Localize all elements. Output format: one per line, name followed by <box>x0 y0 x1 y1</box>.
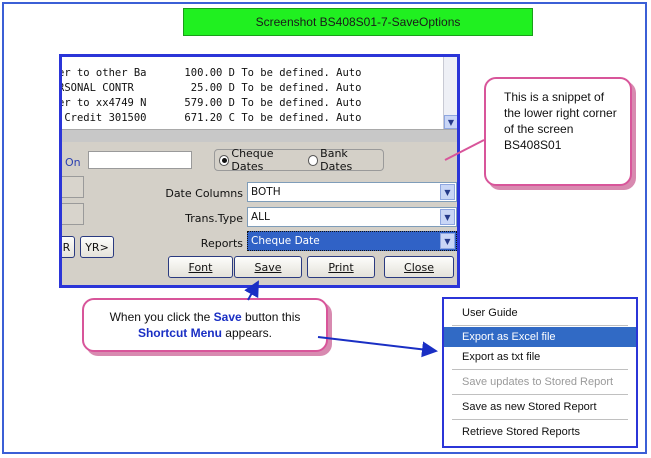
menu-item-save-updates: Save updates to Stored Report <box>462 376 614 388</box>
menu-item-retrieve-reports[interactable]: Retrieve Stored Reports <box>444 422 636 442</box>
listing-line[interactable]: Credit 301500 671.20 C To be defined. Au… <box>62 111 361 126</box>
banner-title: Screenshot BS408S01-7-SaveOptions <box>255 15 461 29</box>
scroll-down-icon[interactable]: ▼ <box>444 115 457 129</box>
transaction-listing[interactable]: er to other Ba 100.00 D To be defined. A… <box>62 57 443 129</box>
print-button[interactable]: Print <box>307 256 375 278</box>
shortcut-menu: User Guide Export as Excel file Export a… <box>442 297 638 448</box>
listing-line[interactable]: er to xx4749 N 579.00 D To be defined. A… <box>62 96 361 111</box>
listing-line[interactable]: RSONAL CONTR 25.00 D To be defined. Auto <box>62 81 361 96</box>
title-banner: Screenshot BS408S01-7-SaveOptions <box>183 8 533 36</box>
close-button[interactable]: Close <box>384 256 454 278</box>
save-keyword: Save <box>213 310 242 324</box>
screen-snippet: er to other Ba 100.00 D To be defined. A… <box>59 54 460 288</box>
date-columns-label: Date Columns <box>165 187 243 200</box>
cheque-dates-radio[interactable]: Cheque Dates <box>219 147 304 173</box>
bank-dates-radio[interactable]: Bank Dates <box>307 147 379 173</box>
save-button[interactable]: Save <box>234 256 302 278</box>
reports-label: Reports <box>200 237 243 250</box>
menu-item-save-new-report[interactable]: Save as new Stored Report <box>444 397 636 417</box>
left-field-stub[interactable] <box>62 203 84 225</box>
listing-scrollbar[interactable]: ▼ <box>443 57 457 129</box>
menu-item-user-guide[interactable]: User Guide <box>444 303 636 323</box>
chevron-down-icon[interactable]: ▼ <box>440 184 455 200</box>
trans-type-select[interactable]: ALL ▼ <box>247 207 457 227</box>
horizontal-scrollbar[interactable] <box>62 129 457 143</box>
listing-line[interactable]: er to other Ba 100.00 D To be defined. A… <box>62 66 361 81</box>
date-columns-select[interactable]: BOTH ▼ <box>247 182 457 202</box>
chevron-down-icon[interactable]: ▼ <box>440 209 455 225</box>
on-label: On <box>65 156 81 169</box>
chevron-down-icon[interactable]: ▼ <box>440 233 455 249</box>
radio-selected-icon <box>219 154 230 166</box>
year-back-button[interactable]: R <box>62 236 75 258</box>
shortcut-menu-keyword: Shortcut Menu <box>137 326 222 340</box>
year-forward-button[interactable]: YR> <box>80 236 114 258</box>
left-field-stub[interactable] <box>62 176 84 198</box>
trans-type-label: Trans.Type <box>185 212 243 225</box>
radio-unselected-icon <box>307 154 319 166</box>
save-callout: When you click the Save button this Shor… <box>82 298 328 352</box>
snippet-callout: This is a snippet of the lower right cor… <box>484 77 632 186</box>
date-type-radio-group: Cheque Dates Bank Dates <box>214 147 384 173</box>
snippet-callout-text: This is a snippet of the lower right cor… <box>504 90 617 152</box>
font-button[interactable]: Font <box>168 256 233 278</box>
reports-select[interactable]: Cheque Date ▼ <box>247 231 457 251</box>
menu-item-export-txt[interactable]: Export as txt file <box>444 347 636 367</box>
on-input[interactable] <box>88 151 192 169</box>
options-form: On Cheque Dates Bank Dates Date Columns … <box>62 142 457 285</box>
menu-item-export-excel[interactable]: Export as Excel file <box>444 327 636 347</box>
